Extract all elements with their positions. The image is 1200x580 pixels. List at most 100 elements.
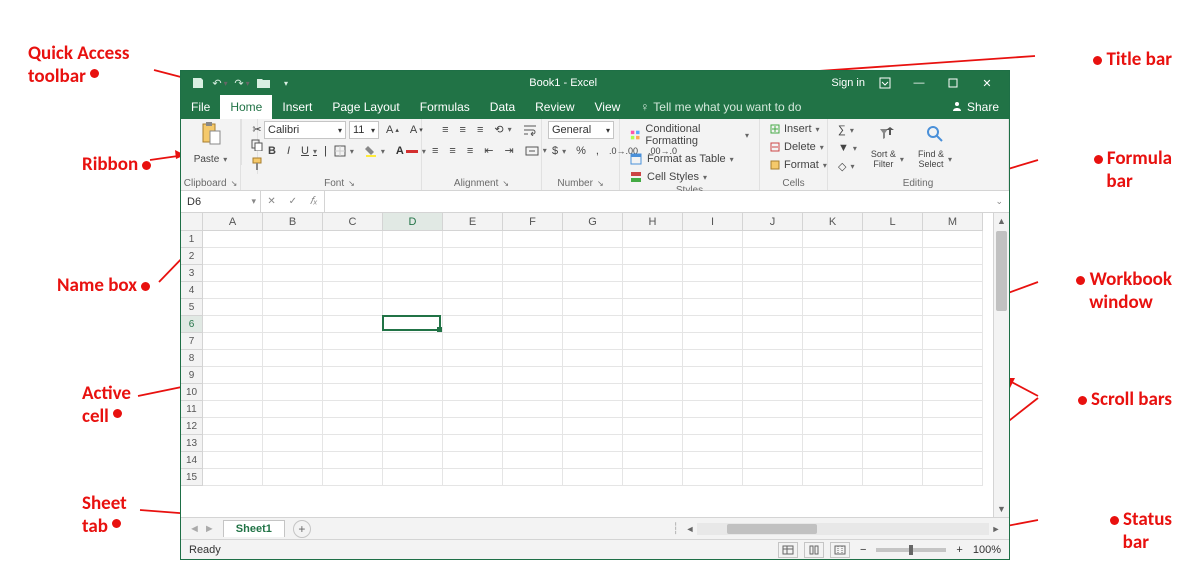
cell[interactable] (203, 452, 263, 469)
cell[interactable] (743, 231, 803, 248)
clear-icon[interactable]: ◇ (834, 158, 861, 175)
cell[interactable] (683, 384, 743, 401)
sort-filter-icon[interactable] (878, 125, 896, 146)
cell[interactable] (923, 299, 983, 316)
cell[interactable] (563, 452, 623, 469)
cell[interactable] (743, 282, 803, 299)
cell[interactable] (923, 333, 983, 350)
cell[interactable] (683, 367, 743, 384)
font-size-select[interactable]: 11▾ (349, 121, 379, 139)
ribbon-options-icon[interactable] (871, 71, 899, 95)
cell[interactable] (383, 265, 443, 282)
cell[interactable] (803, 282, 863, 299)
tab-review[interactable]: Review (525, 95, 584, 119)
cell[interactable] (203, 350, 263, 367)
cell[interactable] (203, 316, 263, 333)
cell[interactable] (863, 316, 923, 333)
scroll-down-icon[interactable]: ▼ (994, 501, 1009, 517)
cell[interactable] (443, 265, 503, 282)
cell[interactable] (623, 367, 683, 384)
cell[interactable] (863, 384, 923, 401)
tab-page-layout[interactable]: Page Layout (322, 95, 409, 119)
cell[interactable] (623, 384, 683, 401)
page-break-view-icon[interactable] (830, 542, 850, 558)
tab-insert[interactable]: Insert (272, 95, 322, 119)
cell[interactable] (743, 452, 803, 469)
cell[interactable] (623, 350, 683, 367)
cell[interactable] (263, 265, 323, 282)
cell[interactable] (263, 367, 323, 384)
tab-formulas[interactable]: Formulas (410, 95, 480, 119)
column-header-A[interactable]: A (203, 213, 263, 231)
cell[interactable] (743, 367, 803, 384)
cell[interactable] (563, 248, 623, 265)
cell[interactable] (863, 248, 923, 265)
sheet-nav-prev-icon[interactable]: ◄ (189, 523, 200, 535)
scroll-left-icon[interactable]: ◄ (683, 524, 697, 534)
cell[interactable] (383, 350, 443, 367)
cell[interactable] (863, 469, 923, 486)
column-header-I[interactable]: I (683, 213, 743, 231)
horizontal-scrollbar[interactable]: ◄ ► (683, 522, 1003, 536)
cell[interactable] (503, 316, 563, 333)
cell[interactable] (503, 367, 563, 384)
cell[interactable] (683, 418, 743, 435)
enter-formula-icon[interactable]: ✓ (289, 196, 297, 207)
cell[interactable] (743, 401, 803, 418)
cell[interactable] (683, 299, 743, 316)
column-header-H[interactable]: H (623, 213, 683, 231)
cell[interactable] (263, 435, 323, 452)
tell-me-search[interactable]: ♀ Tell me what you want to do (630, 95, 811, 119)
cell[interactable] (803, 248, 863, 265)
cell[interactable] (323, 418, 383, 435)
format-painter-icon[interactable] (251, 157, 263, 174)
normal-view-icon[interactable] (778, 542, 798, 558)
number-format-select[interactable]: General▾ (548, 121, 614, 139)
cell[interactable] (743, 469, 803, 486)
cell[interactable] (263, 231, 323, 248)
cell[interactable] (203, 333, 263, 350)
cancel-formula-icon[interactable]: ✕ (267, 196, 275, 207)
scroll-up-icon[interactable]: ▲ (994, 213, 1009, 229)
cell[interactable] (923, 452, 983, 469)
cell[interactable] (323, 248, 383, 265)
cell[interactable] (263, 282, 323, 299)
column-header-F[interactable]: F (503, 213, 563, 231)
cell[interactable] (623, 265, 683, 282)
row-header-12[interactable]: 12 (181, 418, 203, 435)
zoom-level[interactable]: 100% (973, 544, 1001, 556)
column-header-C[interactable]: C (323, 213, 383, 231)
cell[interactable] (743, 350, 803, 367)
zoom-out-button[interactable]: − (856, 544, 870, 556)
cell[interactable] (863, 350, 923, 367)
cell[interactable] (863, 333, 923, 350)
cell[interactable] (323, 452, 383, 469)
cell[interactable] (443, 469, 503, 486)
cell[interactable] (923, 435, 983, 452)
cell[interactable] (323, 367, 383, 384)
cell[interactable] (263, 418, 323, 435)
cell[interactable] (323, 316, 383, 333)
cell[interactable] (803, 401, 863, 418)
conditional-formatting-button[interactable]: Conditional Formatting (626, 121, 753, 149)
close-icon[interactable]: ✕ (973, 71, 1001, 95)
comma-icon[interactable]: , (592, 143, 603, 159)
row-header-7[interactable]: 7 (181, 333, 203, 350)
zoom-in-button[interactable]: + (952, 544, 966, 556)
cell[interactable] (383, 435, 443, 452)
redo-icon[interactable]: ↷ (235, 76, 249, 90)
format-as-table-button[interactable]: Format as Table (626, 151, 738, 167)
align-middle-icon[interactable]: ≡ (456, 121, 470, 138)
split-handle-icon[interactable]: ┆ (672, 522, 679, 535)
cell[interactable] (443, 418, 503, 435)
cell[interactable] (923, 316, 983, 333)
cell[interactable] (623, 435, 683, 452)
increase-font-icon[interactable]: A▴ (382, 121, 403, 139)
undo-icon[interactable]: ↶ (213, 76, 227, 90)
cell[interactable] (623, 231, 683, 248)
cell[interactable] (563, 299, 623, 316)
find-select-icon[interactable] (926, 125, 944, 146)
cell[interactable] (323, 350, 383, 367)
sort-filter-button[interactable]: Sort &Filter (867, 148, 908, 172)
formula-bar-input[interactable]: ⌄ (325, 191, 1009, 212)
